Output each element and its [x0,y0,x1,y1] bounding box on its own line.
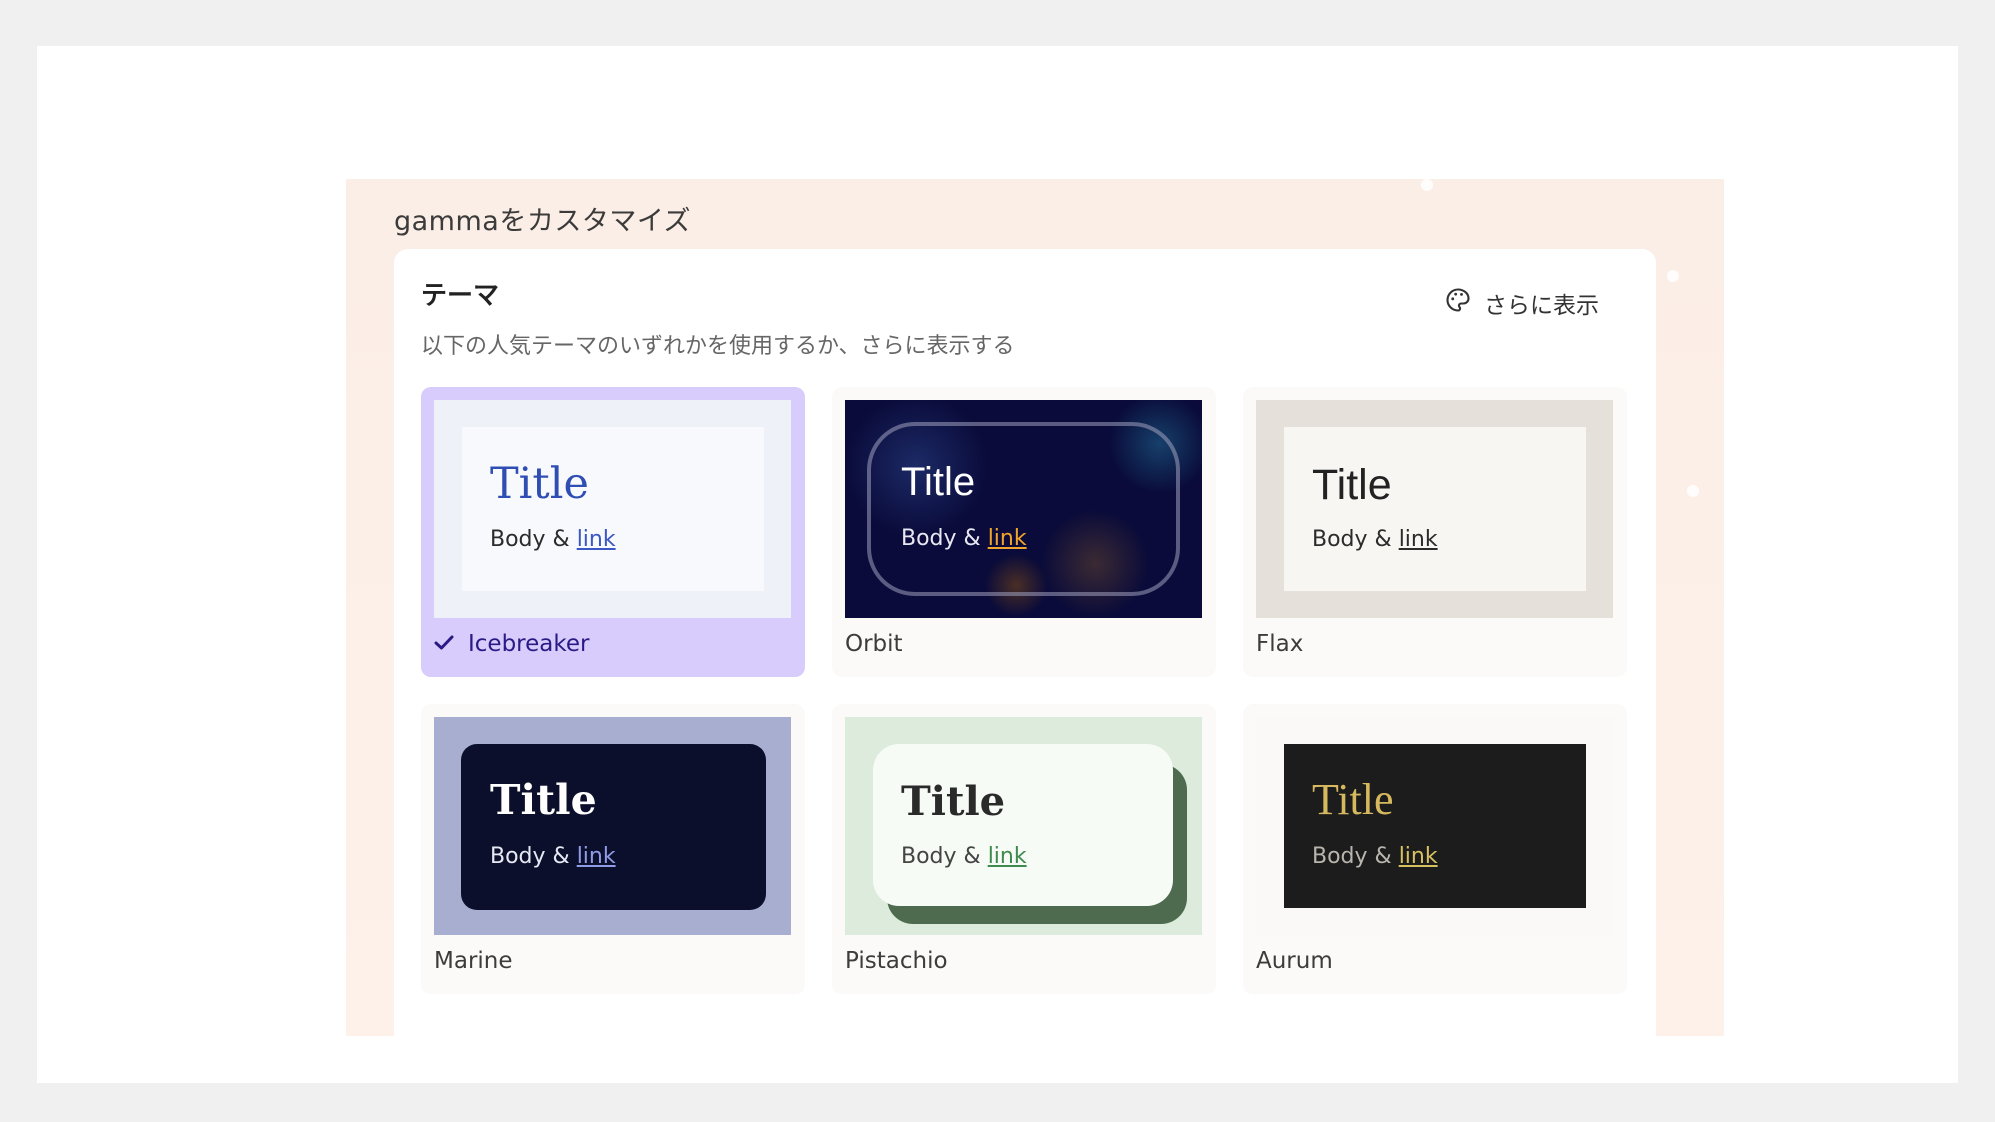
theme-heading: テーマ [421,281,500,311]
preview-body: Body & link [1312,527,1438,552]
decor-dot [1687,485,1699,497]
theme-name: Icebreaker [468,631,590,657]
preview-title: Title [490,776,597,824]
theme-tile-pistachio[interactable]: Title Body & link Pistachio [832,704,1216,994]
preview-card: Title Body & link [873,744,1173,906]
preview-body-text: Body & [1312,527,1399,552]
check-icon [434,631,454,657]
preview-body-text: Body & [901,526,988,551]
show-more-label: さらに表示 [1484,293,1599,319]
preview-title: Title [901,460,976,504]
theme-label: Pistachio [845,948,948,974]
show-more-button[interactable]: さらに表示 [1444,285,1599,321]
screenshot-frame: gammaをカスタマイズ テーマ 以下の人気テーマのいずれかを使用するか、さらに… [37,46,1958,1083]
theme-card: テーマ 以下の人気テーマのいずれかを使用するか、さらに表示する さらに表示 Ti… [394,249,1656,1036]
theme-preview: Title Body & link [845,717,1202,935]
preview-link: link [987,844,1027,869]
preview-body: Body & link [490,527,616,552]
preview-card: Title Body & link [1284,744,1586,908]
theme-preview: Title Body & link [434,400,791,618]
theme-tile-marine[interactable]: Title Body & link Marine [421,704,805,994]
preview-link: link [1398,844,1438,869]
preview-title: Title [901,778,1006,825]
decor-dot [1421,179,1433,191]
preview-body-text: Body & [490,527,577,552]
theme-name: Pistachio [845,948,948,974]
theme-tile-orbit[interactable]: Title Body & link Orbit [832,387,1216,677]
preview-body: Body & link [901,526,1027,551]
preview-title: Title [1312,461,1392,509]
preview-card: Title Body & link [867,422,1180,596]
decor-dot [1667,270,1679,282]
theme-subtitle: 以下の人気テーマのいずれかを使用するか、さらに表示する [421,334,1015,359]
theme-tile-aurum[interactable]: Title Body & link Aurum [1243,704,1627,994]
customize-panel: gammaをカスタマイズ テーマ 以下の人気テーマのいずれかを使用するか、さらに… [346,179,1724,1036]
preview-body: Body & link [490,844,616,869]
preview-body-text: Body & [490,844,577,869]
preview-link: link [987,526,1027,551]
theme-label: Icebreaker [434,631,589,657]
preview-link: link [1398,527,1438,552]
preview-card: Title Body & link [462,427,764,591]
preview-card: Title Body & link [461,744,766,910]
theme-tile-icebreaker[interactable]: Title Body & link Icebreaker [421,387,805,677]
preview-link: link [576,527,616,552]
preview-card: Title Body & link [1284,427,1586,591]
theme-preview: Title Body & link [1256,400,1613,618]
theme-preview: Title Body & link [1256,717,1613,935]
theme-name: Aurum [1256,948,1333,974]
theme-label: Flax [1256,631,1303,657]
preview-title: Title [490,459,589,509]
theme-name: Flax [1256,631,1304,657]
preview-body-text: Body & [1312,844,1399,869]
theme-name: Orbit [845,631,903,657]
preview-body: Body & link [1312,844,1438,869]
theme-preview: Title Body & link [434,717,791,935]
theme-label: Aurum [1256,948,1333,974]
theme-name: Marine [434,948,513,974]
preview-body: Body & link [901,844,1027,869]
theme-label: Orbit [845,631,903,657]
theme-preview: Title Body & link [845,400,1202,618]
preview-title: Title [1312,775,1394,824]
palette-icon [1444,286,1472,320]
theme-tile-flax[interactable]: Title Body & link Flax [1243,387,1627,677]
preview-body-text: Body & [901,844,988,869]
theme-label: Marine [434,948,513,974]
panel-title: gammaをカスタマイズ [394,206,692,237]
preview-link: link [576,844,616,869]
